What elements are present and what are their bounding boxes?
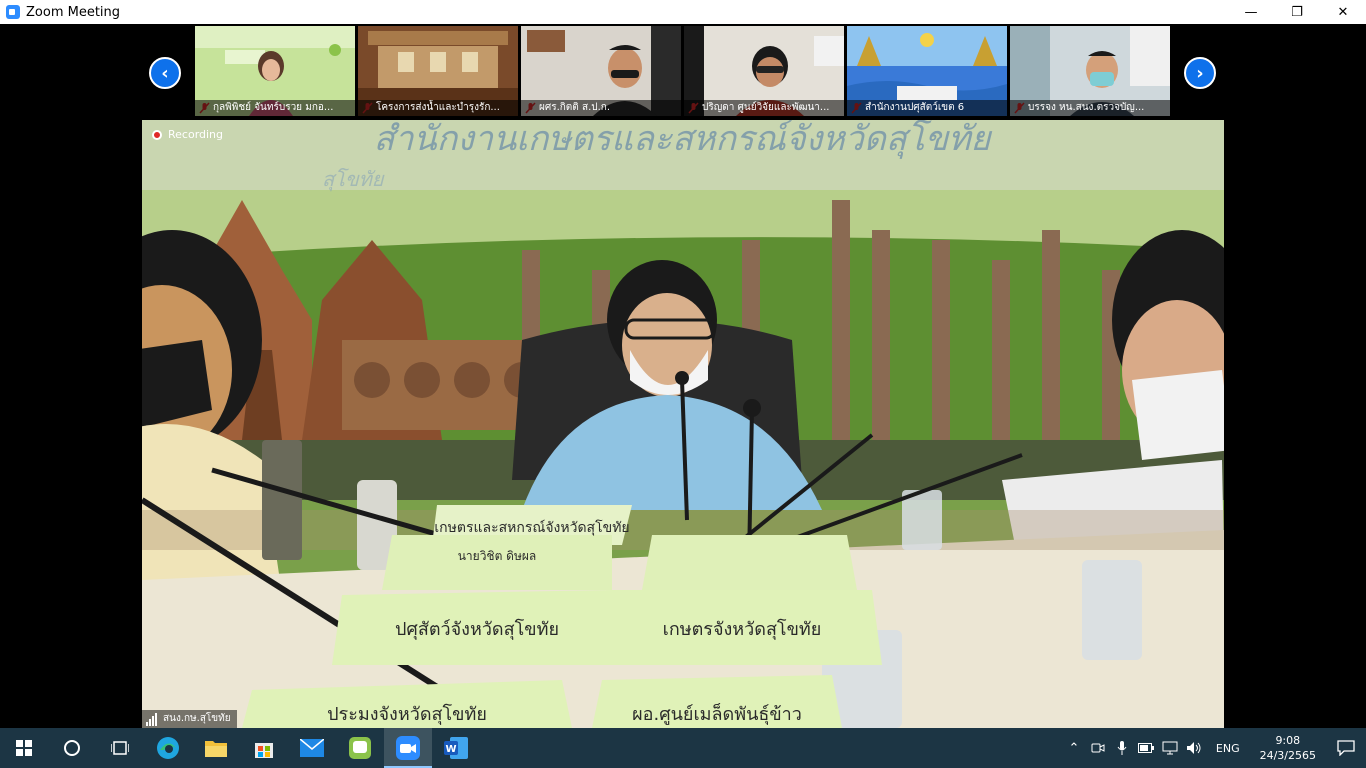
svg-text:W: W xyxy=(445,744,456,755)
minimize-button[interactable]: — xyxy=(1228,0,1274,24)
search-button[interactable] xyxy=(48,728,96,768)
plaque-bottom-left: ประมงจังหวัดสุโขทัย xyxy=(327,703,487,725)
windows-taskbar: W ⌃ ENG 9:08 24/3/2565 xyxy=(0,728,1366,768)
window-titlebar: Zoom Meeting — ❐ ✕ xyxy=(0,0,1366,24)
plaque-center: เกษตรจังหวัดสุโขทัย xyxy=(663,618,822,640)
notification-icon xyxy=(1337,740,1355,756)
input-language-indicator[interactable]: ENG xyxy=(1216,742,1240,755)
backdrop-banner-text: สำนักงานเกษตรและสหกรณ์จังหวัดสุโขทัย xyxy=(374,120,993,159)
taskbar-app-zoom[interactable] xyxy=(384,728,432,768)
taskbar-app-file-explorer[interactable] xyxy=(192,728,240,768)
active-speaker-label: สนง.กษ.สุโขทัย xyxy=(142,710,237,728)
window-controls: — ❐ ✕ xyxy=(1228,0,1366,24)
plaque-left: ปศุสัตว์จังหวัดสุโขทัย xyxy=(395,618,559,640)
taskbar-app-word[interactable]: W xyxy=(432,728,480,768)
meeting-stage: ‹ กุลพิพิชย์ จันทร์บรวย มกอ... โครงการส่… xyxy=(0,24,1366,728)
recording-label: Recording xyxy=(168,128,224,141)
task-view-icon xyxy=(111,741,129,755)
tray-volume-button[interactable] xyxy=(1182,728,1206,768)
chevron-left-icon: ‹ xyxy=(161,62,169,84)
clock-date: 24/3/2565 xyxy=(1259,749,1316,762)
participant-name: บรรจง หน.สนง.ตรวจบัญ... xyxy=(1010,100,1170,116)
participant-tile[interactable]: สำนักงานปศุสัตว์เขต 6 xyxy=(847,26,1007,116)
window-title: Zoom Meeting xyxy=(26,4,121,20)
participant-tile[interactable]: โครงการส่งน้ำและบำรุงรัก... xyxy=(358,26,518,116)
store-icon xyxy=(255,743,273,758)
system-tray: ⌃ ENG 9:08 24/3/2565 xyxy=(1062,728,1366,768)
active-speaker-video[interactable]: สำนักงานเกษตรและสหกรณ์จังหวัดสุโขทัย สุโ… xyxy=(142,120,1224,728)
chevron-up-icon: ⌃ xyxy=(1068,740,1080,756)
windows-icon xyxy=(16,740,32,756)
mail-icon xyxy=(300,739,324,757)
tray-meet-now-button[interactable] xyxy=(1086,728,1110,768)
tray-overflow-button[interactable]: ⌃ xyxy=(1062,728,1086,768)
close-button[interactable]: ✕ xyxy=(1320,0,1366,24)
participant-name: กุลพิพิชย์ จันทร์บรวย มกอ... xyxy=(195,100,355,116)
tray-microphone-button[interactable] xyxy=(1110,728,1134,768)
gallery-next-button[interactable]: › xyxy=(1184,57,1216,89)
gallery-prev-button[interactable]: ‹ xyxy=(149,57,181,89)
microphone-icon xyxy=(1117,741,1127,755)
network-icon xyxy=(1162,741,1178,755)
clock-time: 9:08 xyxy=(1275,734,1301,747)
participant-name: ผศร.กิตติ ส.ป.ก. xyxy=(521,100,681,116)
taskbar-clock[interactable]: 9:08 24/3/2565 xyxy=(1260,733,1316,763)
battery-icon xyxy=(1137,743,1154,753)
participant-tile[interactable]: กุลพิพิชย์ จันทร์บรวย มกอ... xyxy=(195,26,355,116)
signal-bars-icon xyxy=(146,712,158,726)
chevron-right-icon: › xyxy=(1196,62,1204,84)
taskbar-app-line[interactable] xyxy=(336,728,384,768)
taskbar-app-store[interactable] xyxy=(240,728,288,768)
taskbar-app-edge[interactable] xyxy=(144,728,192,768)
participant-tile[interactable]: ผศร.กิตติ ส.ป.ก. xyxy=(521,26,681,116)
tray-network-button[interactable] xyxy=(1158,728,1182,768)
camera-icon xyxy=(1091,743,1105,753)
task-view-button[interactable] xyxy=(96,728,144,768)
speaker-icon xyxy=(1186,742,1201,754)
tray-battery-button[interactable] xyxy=(1134,728,1158,768)
edge-icon xyxy=(157,737,179,759)
zoom-app-icon xyxy=(6,5,20,19)
participant-tile[interactable]: ปริญดา ศูนย์วิจัยและพัฒนา... xyxy=(684,26,844,116)
participant-name: ปริญดา ศูนย์วิจัยและพัฒนา... xyxy=(684,100,844,116)
participant-tile[interactable]: บรรจง หน.สนง.ตรวจบัญ... xyxy=(1010,26,1170,116)
plaque-left-top: นายวิชิต ดิษผล xyxy=(458,549,537,563)
search-circle-icon xyxy=(64,740,80,756)
zoom-icon xyxy=(396,736,420,760)
action-center-button[interactable] xyxy=(1326,728,1366,768)
meeting-room-scene: สำนักงานเกษตรและสหกรณ์จังหวัดสุโขทัย สุโ… xyxy=(142,120,1224,728)
participant-gallery-strip: ‹ กุลพิพิชย์ จันทร์บรวย มกอ... โครงการส่… xyxy=(0,26,1366,116)
word-icon: W xyxy=(444,737,468,759)
recording-dot-icon xyxy=(152,129,162,140)
taskbar-app-mail[interactable] xyxy=(288,728,336,768)
start-button[interactable] xyxy=(0,728,48,768)
backdrop-banner-sub: สุโขทัย xyxy=(322,167,385,192)
line-icon xyxy=(349,737,371,759)
participant-name: สำนักงานปศุสัตว์เขต 6 xyxy=(847,100,1007,116)
plaque-bottom-center: ผอ.ศูนย์เมล็ดพันธุ์ข้าว xyxy=(632,702,802,725)
recording-indicator[interactable]: Recording xyxy=(152,128,223,141)
folder-icon xyxy=(205,741,227,757)
participant-name: โครงการส่งน้ำและบำรุงรัก... xyxy=(358,100,518,116)
plaque-chair: เกษตรและสหกรณ์จังหวัดสุโขทัย xyxy=(434,519,629,536)
active-speaker-name: สนง.กษ.สุโขทัย xyxy=(163,713,231,724)
maximize-button[interactable]: ❐ xyxy=(1274,0,1320,24)
